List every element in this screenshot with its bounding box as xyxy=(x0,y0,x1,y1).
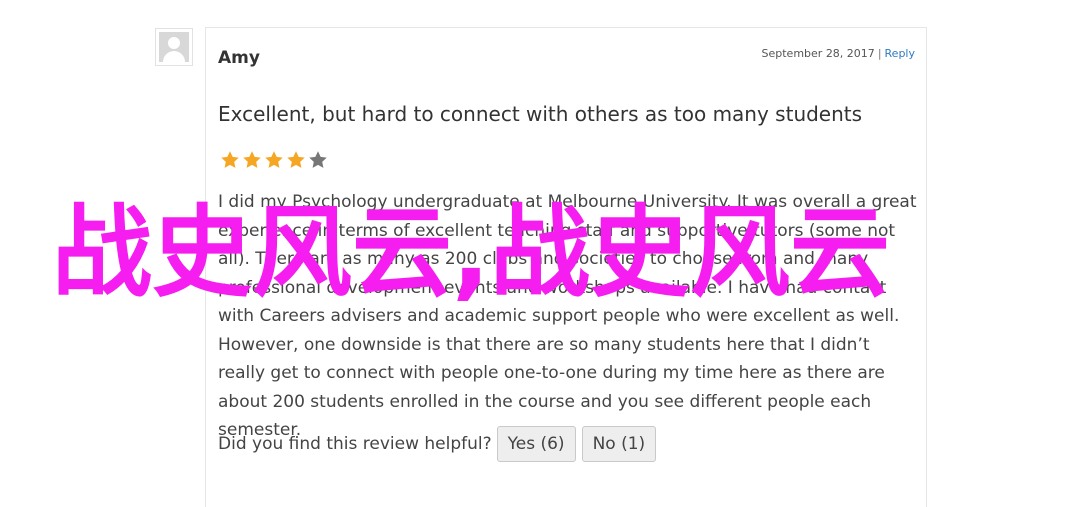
star-icon xyxy=(265,151,283,168)
star-icon xyxy=(287,151,305,168)
star-icon xyxy=(243,151,261,168)
star-icon xyxy=(221,151,239,168)
review-body: I did my Psychology undergraduate at Mel… xyxy=(218,192,917,440)
vote-yes-button[interactable]: Yes (6) xyxy=(496,426,576,462)
review-date: September 28, 2017 xyxy=(761,47,875,60)
helpful-vote-row: Did you find this review helpful? Yes (6… xyxy=(218,426,662,462)
reply-link[interactable]: Reply xyxy=(885,47,915,60)
meta-separator: | xyxy=(877,47,882,60)
vote-no-button[interactable]: No (1) xyxy=(581,426,657,462)
review-title: Excellent, but hard to connect with othe… xyxy=(218,102,863,126)
default-avatar-icon xyxy=(159,32,189,62)
review-author: Amy xyxy=(218,48,260,68)
star-icon xyxy=(309,151,327,168)
avatar xyxy=(155,28,193,66)
review-card: Amy September 28, 2017 | Reply Excellent, … xyxy=(205,27,927,507)
helpful-question: Did you find this review helpful? xyxy=(218,434,492,454)
review-meta: September 28, 2017 | Reply xyxy=(762,47,915,60)
star-rating xyxy=(219,149,329,171)
